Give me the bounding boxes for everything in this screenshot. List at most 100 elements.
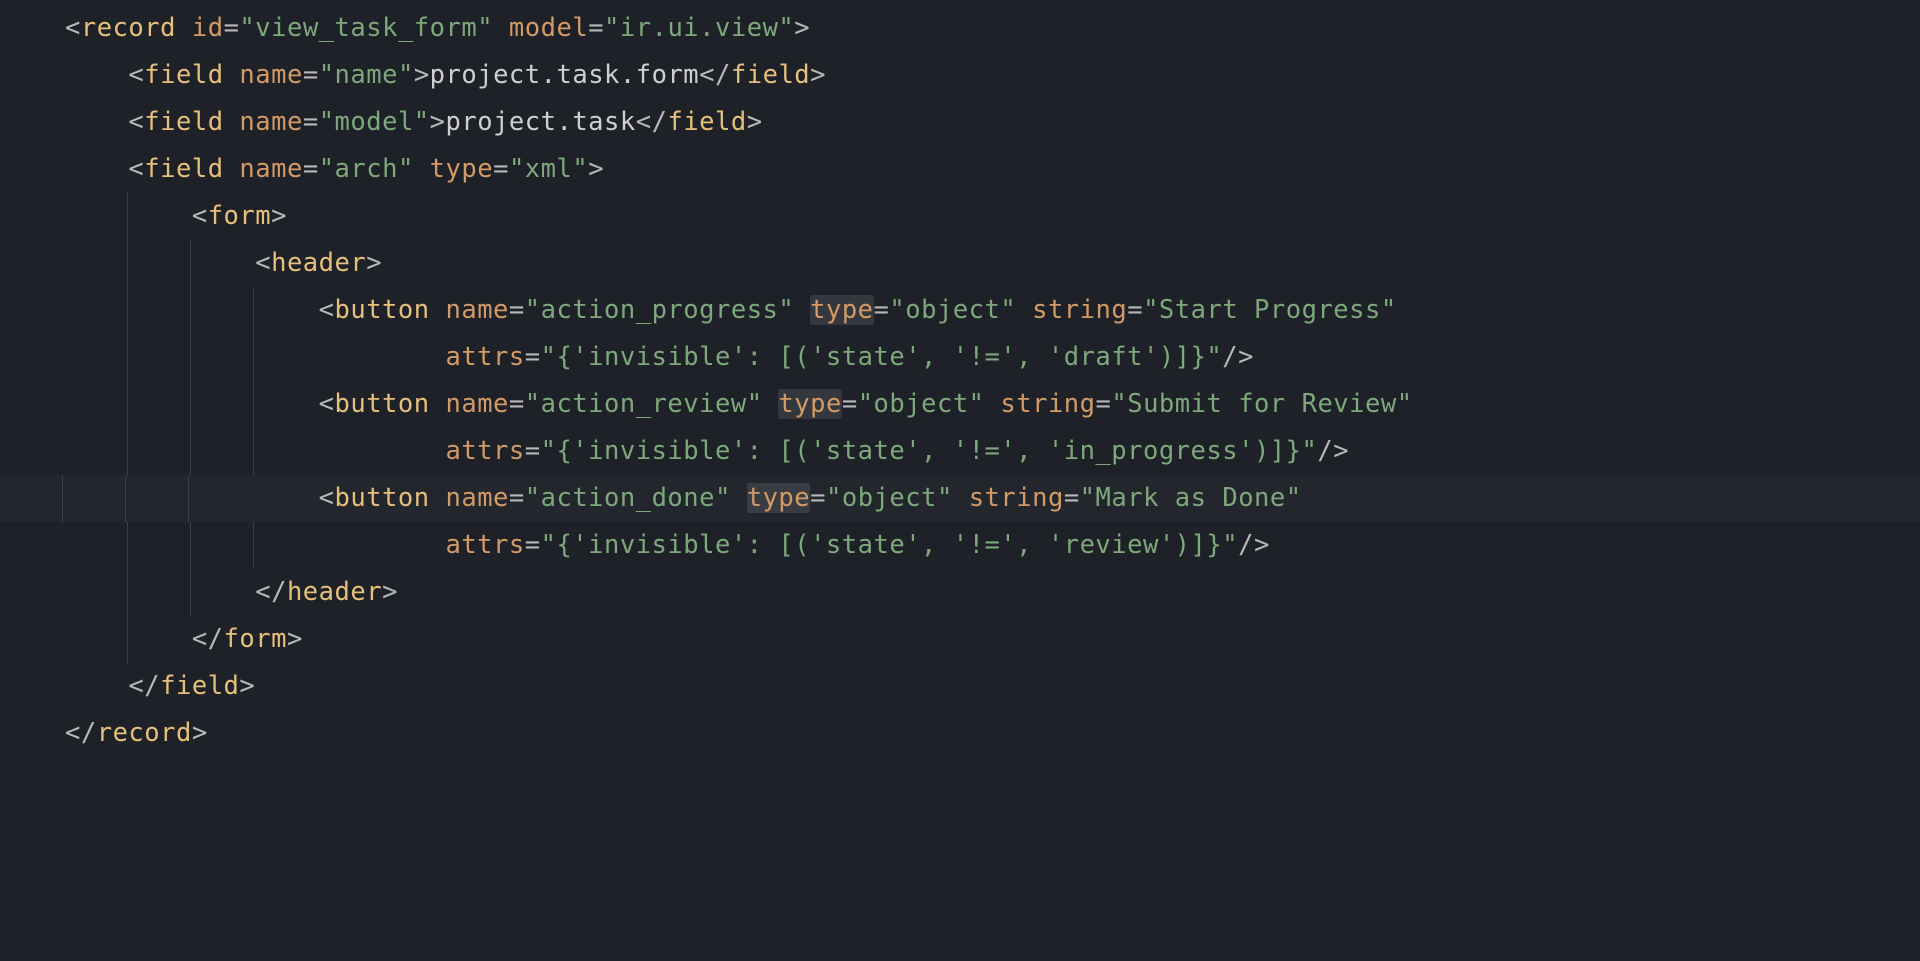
token-punc: >: [430, 107, 446, 137]
code-line[interactable]: </field>: [65, 663, 1920, 710]
token-tag: header: [271, 248, 366, 278]
token-punc: <: [255, 248, 271, 278]
token-txt: project.task.form: [430, 60, 700, 90]
token-str: "Mark as Done": [1080, 483, 1302, 513]
token-punc: =: [1096, 389, 1112, 419]
token-tag: field: [160, 671, 239, 701]
code-line[interactable]: <record id="view_task_form" model="ir.ui…: [65, 5, 1920, 52]
token-punc: =: [874, 295, 890, 325]
token-str: "Start Progress": [1143, 295, 1397, 325]
token-tag: button: [335, 295, 430, 325]
token-str: "ir.ui.view": [604, 13, 794, 43]
token-punc: =: [525, 342, 541, 372]
token-punc: >: [588, 154, 604, 184]
token-punc: </: [192, 624, 224, 654]
token-punc: </: [128, 671, 160, 701]
token-punc: <: [128, 107, 144, 137]
code-line[interactable]: <button name="action_progress" type="obj…: [65, 287, 1920, 334]
token-attr: name: [445, 295, 508, 325]
code-line[interactable]: <button name="action_done" type="object"…: [0, 475, 1920, 522]
token-tag: field: [144, 107, 223, 137]
token-punc: </: [255, 577, 287, 607]
token-str: "action_progress": [525, 295, 795, 325]
code-line[interactable]: </form>: [65, 616, 1920, 663]
token-punc: />: [1238, 530, 1270, 560]
token-punc: >: [366, 248, 382, 278]
token-attr: type: [747, 483, 810, 513]
token-punc: =: [842, 389, 858, 419]
token-punc: =: [810, 483, 826, 513]
token-tag: header: [287, 577, 382, 607]
token-tag: field: [731, 60, 810, 90]
token-str: "{'invisible': [('state', '!=', 'review'…: [541, 530, 1239, 560]
token-str: "{'invisible': [('state', '!=', 'draft')…: [541, 342, 1223, 372]
token-punc: >: [192, 718, 208, 748]
token-attr: name: [445, 389, 508, 419]
token-punc: >: [414, 60, 430, 90]
token-punc: >: [382, 577, 398, 607]
code-line[interactable]: <field name="model">project.task</field>: [65, 99, 1920, 146]
code-line[interactable]: </record>: [65, 710, 1920, 757]
token-txt: [430, 389, 446, 419]
token-txt: [224, 154, 240, 184]
token-punc: =: [525, 436, 541, 466]
token-str: "Submit for Review": [1111, 389, 1412, 419]
code-line[interactable]: <field name="arch" type="xml">: [65, 146, 1920, 193]
token-str: "action_done": [525, 483, 731, 513]
code-line[interactable]: <form>: [65, 193, 1920, 240]
token-punc: >: [271, 201, 287, 231]
token-punc: =: [1064, 483, 1080, 513]
token-punc: <: [65, 13, 81, 43]
token-tag: record: [81, 13, 176, 43]
code-line[interactable]: <button name="action_review" type="objec…: [65, 381, 1920, 428]
code-line[interactable]: attrs="{'invisible': [('state', '!=', 'i…: [65, 428, 1920, 475]
token-tag: form: [208, 201, 271, 231]
token-punc: =: [303, 107, 319, 137]
token-str: "arch": [319, 154, 414, 184]
code-line[interactable]: attrs="{'invisible': [('state', '!=', 'r…: [65, 522, 1920, 569]
token-txt: [985, 389, 1001, 419]
token-tag: field: [667, 107, 746, 137]
token-punc: =: [224, 13, 240, 43]
token-str: "model": [319, 107, 430, 137]
token-attr: name: [445, 483, 508, 513]
token-txt: [224, 107, 240, 137]
token-str: "object": [858, 389, 985, 419]
token-tag: record: [97, 718, 192, 748]
token-attr: type: [810, 295, 873, 325]
token-txt: [731, 483, 747, 513]
token-punc: </: [65, 718, 97, 748]
token-tag: button: [335, 389, 430, 419]
token-punc: >: [794, 13, 810, 43]
token-punc: </: [636, 107, 668, 137]
token-str: "name": [319, 60, 414, 90]
token-str: "view_task_form": [239, 13, 493, 43]
token-tag: button: [335, 483, 430, 513]
token-punc: >: [810, 60, 826, 90]
code-editor[interactable]: <record id="view_task_form" model="ir.ui…: [0, 0, 1920, 757]
code-line[interactable]: </header>: [65, 569, 1920, 616]
code-line[interactable]: <field name="name">project.task.form</fi…: [65, 52, 1920, 99]
token-punc: />: [1222, 342, 1254, 372]
token-punc: >: [747, 107, 763, 137]
token-attr: id: [192, 13, 224, 43]
token-punc: =: [588, 13, 604, 43]
token-str: "xml": [509, 154, 588, 184]
token-attr: string: [1032, 295, 1127, 325]
token-punc: =: [509, 483, 525, 513]
token-punc: </: [699, 60, 731, 90]
token-txt: [430, 295, 446, 325]
token-punc: <: [192, 201, 208, 231]
token-tag: form: [224, 624, 287, 654]
token-punc: <: [319, 295, 335, 325]
code-line[interactable]: attrs="{'invisible': [('state', '!=', 'd…: [65, 334, 1920, 381]
token-txt: project.task: [446, 107, 636, 137]
token-txt: [1016, 295, 1032, 325]
token-txt: [430, 483, 446, 513]
code-line[interactable]: <header>: [65, 240, 1920, 287]
token-attr: name: [239, 154, 302, 184]
token-txt: [953, 483, 969, 513]
token-punc: =: [303, 154, 319, 184]
token-punc: <: [319, 389, 335, 419]
token-punc: >: [287, 624, 303, 654]
